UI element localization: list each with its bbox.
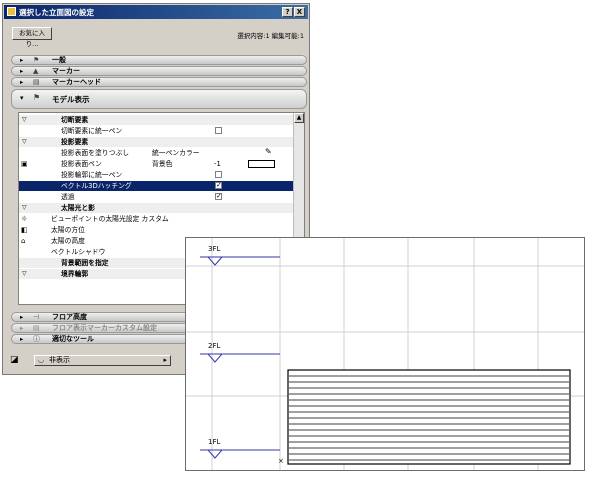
elevation-drawing[interactable]: 3FL 2FL 1FL × — [185, 237, 585, 471]
general-icon: ⚑ — [33, 56, 40, 64]
setting-row[interactable]: 切断要素に統一ペン — [19, 126, 295, 136]
model-display-icon: ⚑ — [33, 93, 41, 102]
pen-number[interactable]: -1 — [214, 159, 221, 169]
group-projected-elements[interactable]: ▽ 投影要素 — [19, 137, 295, 147]
level-marker-1fl[interactable]: 1FL × — [200, 438, 284, 465]
group-toggle-icon: ▽ — [22, 204, 27, 211]
level-label: 1FL — [208, 438, 220, 446]
panel-label: 一般 — [52, 56, 66, 64]
layer-icon: ◪ — [10, 355, 19, 365]
expand-arrow-icon: ▸ — [20, 335, 24, 343]
group-cut-elements[interactable]: ▽ 切断要素 — [19, 115, 295, 125]
setting-row[interactable]: ◧ 太陽の方位 — [19, 225, 295, 235]
group-sun-shadow[interactable]: ▽ 太陽光と影 — [19, 203, 295, 213]
expand-arrow-icon: ▸ — [20, 78, 24, 86]
level-triangle-icon — [206, 256, 224, 266]
panel-label: モデル表示 — [52, 95, 90, 104]
setting-label: 太陽の方位 — [51, 226, 85, 234]
panel-general[interactable]: ▸ ⚑ 一般 — [11, 55, 307, 65]
group-label: 太陽光と影 — [61, 204, 95, 212]
setting-label: 背景範囲を指定 — [61, 259, 109, 267]
layer-dropdown-label: 非表示 — [49, 356, 70, 364]
close-button[interactable]: X — [294, 7, 305, 17]
expand-arrow-icon: ▸ — [20, 56, 24, 64]
panel-label: マーカーヘッド — [52, 78, 101, 86]
pen-color-swatch[interactable] — [248, 160, 275, 168]
setting-row[interactable]: ▣ 投影表面ペン 背景色 -1 — [19, 159, 295, 169]
app-icon — [7, 7, 16, 16]
pen-icon[interactable]: ✎ — [265, 147, 272, 157]
group-label: 境界輪郭 — [61, 270, 89, 278]
setting-label: 投影表面ペン — [61, 160, 102, 168]
tool-info-icon: ⓘ — [33, 335, 40, 343]
expand-arrow-icon: ▸ — [20, 313, 24, 321]
level-triangle-icon — [206, 353, 224, 363]
setting-label: ビューポイントの太陽光設定 カスタム — [51, 215, 169, 223]
marker-icon: ▲ — [33, 67, 39, 75]
panel-model-display[interactable]: ▾ ⚑ モデル表示 — [11, 89, 307, 109]
dialog-title: 選択した立面図の設定 — [19, 8, 94, 17]
setting-row[interactable]: 透過 ✓ — [19, 192, 295, 202]
hatched-building-element[interactable] — [287, 369, 571, 465]
elevation-canvas: 3FL 2FL 1FL × — [186, 238, 584, 470]
level-triangle-icon — [206, 449, 224, 459]
panel-marker[interactable]: ▸ ▲ マーカー — [11, 66, 307, 76]
panel-label: フロア高度 — [52, 313, 87, 321]
sun-azimuth-icon: ◧ — [21, 226, 28, 234]
panel-marker-head[interactable]: ▸ ▤ マーカーヘッド — [11, 77, 307, 87]
setting-label: 投影輪郭に統一ペン — [61, 171, 123, 179]
marker-head-icon: ▤ — [33, 78, 40, 86]
sun-icon: ☼ — [21, 215, 28, 223]
help-button[interactable]: ? — [282, 7, 293, 17]
layer-dropdown[interactable]: ◡ 非表示 ▸ — [34, 355, 171, 366]
scroll-up-arrow-icon[interactable]: ▲ — [294, 113, 304, 123]
floor-marker-icon: ▤ — [33, 324, 40, 332]
setting-row[interactable]: 投影表面を塗りつぶし 統一ペンカラー ✎ — [19, 147, 295, 158]
setting-label: ベクトル3Dハッチング — [61, 182, 132, 190]
vector-hatching-checkbox[interactable]: ✓ — [215, 182, 222, 189]
hidden-eye-icon: ◡ — [38, 356, 45, 364]
cross-mark-icon: × — [278, 457, 284, 465]
setting-value: 背景色 — [152, 160, 173, 168]
setting-row[interactable]: 投影輪郭に統一ペン — [19, 170, 295, 180]
group-toggle-icon: ▽ — [22, 270, 27, 277]
uniform-pen-contour-checkbox[interactable] — [215, 171, 222, 178]
panel-label: マーカー — [52, 67, 80, 75]
setting-label: 切断要素に統一ペン — [61, 127, 123, 135]
favorites-button[interactable]: お気に入り... — [12, 27, 52, 48]
uniform-pen-cut-checkbox[interactable] — [215, 127, 222, 134]
panel-label: 適切なツール — [52, 335, 94, 343]
dropdown-arrow-icon: ▸ — [163, 356, 167, 364]
group-label: 切断要素 — [61, 116, 89, 124]
setting-label: 投影表面を塗りつぶし — [61, 149, 130, 157]
setting-label: 太陽の高度 — [51, 237, 85, 245]
expand-arrow-icon: ▸ — [20, 67, 24, 75]
transparency-checkbox[interactable]: ✓ — [215, 193, 222, 200]
setting-label: ベクトルシャドウ — [51, 248, 106, 256]
selection-status: 選択内容:1 編集可能:1 — [237, 32, 304, 40]
group-toggle-icon: ▽ — [22, 138, 27, 145]
level-label: 2FL — [208, 342, 220, 350]
panel-label: フロア表示マーカーカスタム設定 — [52, 324, 157, 332]
level-label: 3FL — [208, 245, 220, 253]
floor-height-icon: ⊣ — [33, 313, 40, 321]
setting-label: 透過 — [61, 193, 75, 201]
group-label: 投影要素 — [61, 138, 89, 146]
title-bar[interactable]: 選択した立面図の設定 ? X — [4, 5, 308, 19]
collapse-arrow-icon: ▾ — [20, 94, 24, 102]
group-toggle-icon: ▽ — [22, 116, 27, 123]
expand-arrow-icon: ▸ — [20, 324, 24, 332]
setting-value[interactable]: 統一ペンカラー — [152, 148, 200, 158]
setting-row[interactable]: ☼ ビューポイントの太陽光設定 カスタム — [19, 214, 295, 224]
surface-pen-icon: ▣ — [21, 160, 28, 168]
setting-row-selected[interactable]: ベクトル3Dハッチング ✓ — [19, 181, 295, 191]
sun-altitude-icon: ⌂ — [21, 237, 26, 245]
